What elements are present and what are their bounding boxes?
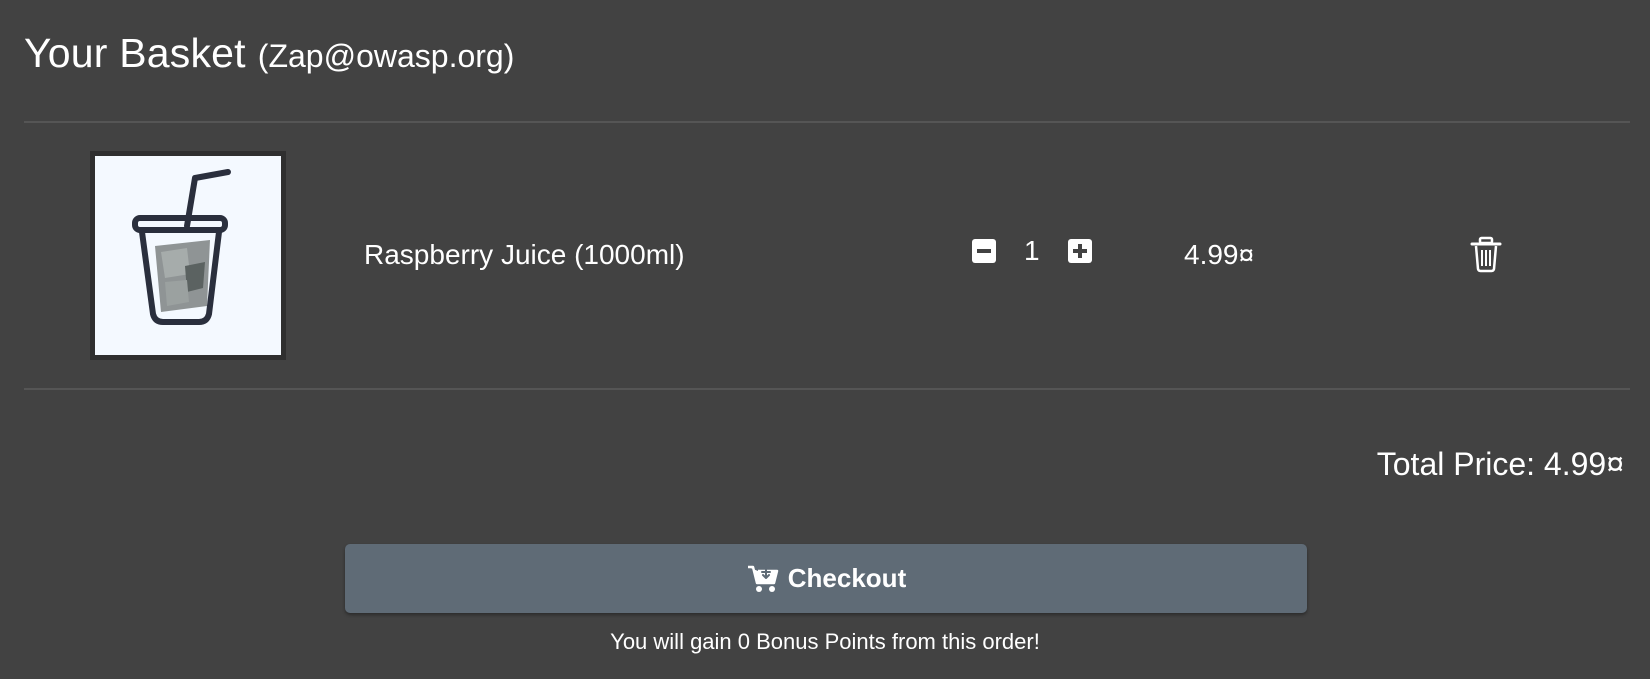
checkout-button[interactable]: Checkout [345,544,1307,613]
basket-item-row: Raspberry Juice (1000ml) 1 4.99¤ [24,122,1630,388]
bottom-divider [24,388,1630,390]
item-price: 4.99¤ [1184,239,1255,270]
plus-icon-vertical [1077,244,1082,258]
quantity-value: 1 [1024,235,1040,266]
basket-title: Your Basket [24,30,246,76]
total-price: Total Price: 4.99¤ [1376,446,1624,482]
checkout-label: Checkout [787,563,907,593]
product-name: Raspberry Juice (1000ml) [364,239,685,270]
trash-icon [1470,236,1502,273]
product-image [90,151,286,360]
minus-icon [977,249,991,253]
basket-page: Your Basket (Zap@owasp.org) Raspberry Ju… [0,0,1650,679]
delete-item-button[interactable] [1469,234,1503,274]
basket-user-email: (Zap@owasp.org) [257,38,515,74]
bonus-points-text: You will gain 0 Bonus Points from this o… [610,629,1040,654]
quantity-stepper: 1 [972,232,1092,270]
cart-arrow-icon [747,565,779,592]
juice-cup-icon [132,169,231,325]
increase-quantity-button[interactable] [1067,239,1092,263]
decrease-quantity-button[interactable] [972,239,996,263]
page-title: Your Basket (Zap@owasp.org) [24,30,514,86]
